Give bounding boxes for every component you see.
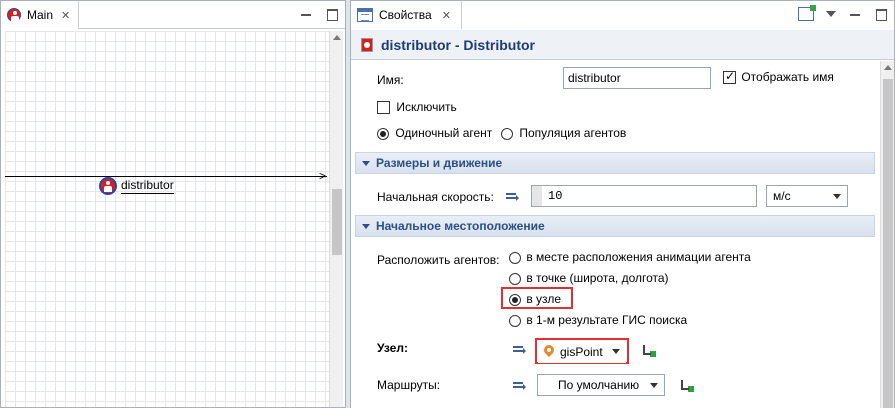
highlight-box-node-option <box>501 287 573 309</box>
section-initial-location[interactable]: Начальное местоположение <box>355 215 875 237</box>
section-size-movement[interactable]: Размеры и движение <box>355 152 875 174</box>
tab-properties-label: Свойства <box>379 8 432 22</box>
routes-select[interactable]: По умолчанию <box>537 374 665 396</box>
tab-properties[interactable]: Свойства ✕ <box>351 1 462 29</box>
placement-radio-animation[interactable] <box>509 251 521 264</box>
placement-option-gis[interactable]: в 1-м результате ГИС поиска <box>509 313 687 327</box>
placement-radio-latlon[interactable] <box>509 272 521 285</box>
close-icon[interactable]: ✕ <box>61 9 70 22</box>
close-icon[interactable]: ✕ <box>442 9 451 22</box>
view-menu-icon[interactable] <box>826 11 836 17</box>
pin-view-icon[interactable] <box>798 5 816 21</box>
agent-node-label: distributor <box>121 178 174 194</box>
chevron-down-icon <box>833 194 841 199</box>
properties-title: distributor - Distributor <box>381 36 535 53</box>
arrow-head-icon: > <box>319 169 327 183</box>
population-label: Популяция агентов <box>519 126 627 140</box>
single-agent-radio-dot[interactable] <box>377 127 389 140</box>
maximize-icon[interactable] <box>874 7 888 21</box>
map-pin-icon <box>544 345 554 359</box>
properties-scrollbar[interactable] <box>880 61 894 408</box>
properties-title-row: distributor - Distributor <box>351 30 894 60</box>
agent-icon <box>99 177 117 195</box>
name-input-value: distributor <box>568 71 621 85</box>
show-name-checkbox-box[interactable] <box>723 69 736 85</box>
main-editor-panel: Main ✕ > distributor <box>0 0 346 408</box>
name-label: Имя: <box>377 73 404 87</box>
single-agent-label: Одиночный агент <box>395 126 493 140</box>
graphical-editor-canvas[interactable]: > distributor <box>5 31 329 407</box>
exclude-label: Исключить <box>396 100 457 114</box>
node-label: Узел: <box>377 341 408 355</box>
properties-panel: Свойства ✕ distributor - Distributor Имя… <box>350 0 895 408</box>
scroll-up-icon[interactable] <box>884 65 892 70</box>
app-window: Main ✕ > distributor Свойства ✕ distribu… <box>0 0 895 408</box>
chevron-down-icon <box>612 349 620 354</box>
section-location-label: Начальное местоположение <box>376 219 545 233</box>
speed-label: Начальная скорость: <box>377 190 494 204</box>
placement-radio-gis[interactable] <box>509 314 521 327</box>
main-tabbar: Main ✕ <box>1 1 345 29</box>
canvas-scrollbar[interactable] <box>329 31 343 407</box>
placement-option-label: в месте расположения анимации агента <box>526 250 751 264</box>
chevron-down-icon <box>650 383 658 388</box>
agent-type-icon <box>7 8 21 22</box>
placement-option-animation[interactable]: в месте расположения анимации агента <box>509 250 751 264</box>
scroll-thumb[interactable] <box>332 189 342 255</box>
routes-value: По умолчанию <box>558 378 640 392</box>
node-select[interactable]: gisPoint <box>538 341 626 363</box>
tab-main-label: Main <box>27 8 54 22</box>
scroll-thumb[interactable] <box>883 79 893 408</box>
speed-input-gutter <box>532 186 542 206</box>
agent-type-icon <box>361 37 373 52</box>
static-value-icon[interactable] <box>513 381 527 391</box>
static-value-icon[interactable] <box>513 345 527 355</box>
exclude-checkbox[interactable]: Исключить <box>377 100 457 115</box>
show-name-label: Отображать имя <box>741 70 834 84</box>
speed-unit-select[interactable]: м/с <box>766 185 848 207</box>
scroll-up-icon[interactable] <box>333 35 341 40</box>
left-window-controls <box>299 7 339 21</box>
section-size-label: Размеры и движение <box>376 156 503 170</box>
name-input[interactable]: distributor <box>563 67 711 89</box>
speed-input[interactable]: 10 <box>531 185 757 207</box>
maximize-icon[interactable] <box>325 7 339 21</box>
show-name-checkbox[interactable]: Отображать имя <box>723 69 834 85</box>
select-route-icon[interactable] <box>679 379 695 393</box>
properties-body: Имя: distributor Отображать имя Исключит… <box>351 61 881 408</box>
routes-label: Маршруты: <box>377 378 441 392</box>
collapse-icon <box>362 160 370 166</box>
properties-icon <box>357 8 373 22</box>
node-value: gisPoint <box>560 345 603 359</box>
tab-main[interactable]: Main ✕ <box>1 1 80 29</box>
population-radio[interactable]: Популяция агентов <box>501 126 626 140</box>
agent-node-distributor[interactable]: distributor <box>99 177 174 195</box>
population-radio-dot[interactable] <box>501 127 513 140</box>
select-node-icon[interactable] <box>641 344 657 358</box>
speed-unit-value: м/с <box>773 189 791 203</box>
placement-option-label: в 1-м результате ГИС поиска <box>526 313 688 327</box>
single-agent-radio[interactable]: Одиночный агент <box>377 126 492 140</box>
collapse-icon <box>362 223 370 229</box>
placement-label: Расположить агентов: <box>377 253 500 267</box>
static-value-icon[interactable] <box>506 192 520 202</box>
speed-value: 10 <box>548 189 563 203</box>
minimize-icon[interactable] <box>848 7 862 21</box>
exclude-checkbox-box[interactable] <box>377 101 390 115</box>
placement-option-label: в точке (широта, долгота) <box>526 271 669 285</box>
minimize-icon[interactable] <box>299 7 313 21</box>
placement-option-latlon[interactable]: в точке (широта, долгота) <box>509 271 669 285</box>
right-window-controls <box>798 5 888 21</box>
